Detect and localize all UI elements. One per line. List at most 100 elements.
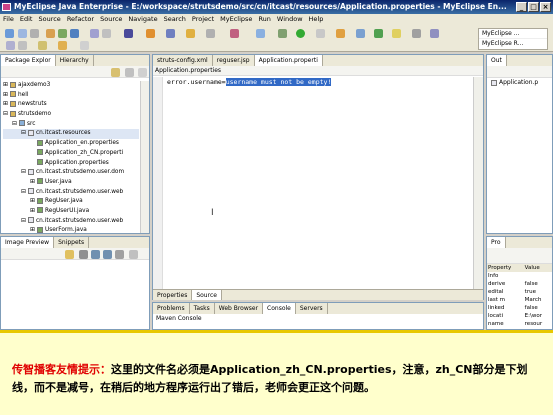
- expand-toggle-icon[interactable]: ⊟: [21, 168, 28, 178]
- menu-run[interactable]: Run: [255, 14, 273, 25]
- outline-item[interactable]: Application.p: [487, 78, 552, 88]
- tab-reguser-jsp[interactable]: reguser.jsp: [213, 55, 255, 66]
- perspective-myeclipse[interactable]: MyEclipse ...: [479, 29, 547, 39]
- perspective-myeclipse-r[interactable]: MyEclipse R...: [479, 39, 547, 49]
- tool-icon[interactable]: [186, 29, 195, 38]
- tab-image-preview[interactable]: Image Preview: [1, 237, 55, 248]
- menu-help[interactable]: Help: [306, 14, 327, 25]
- open-type-icon[interactable]: [46, 29, 55, 38]
- new-icon[interactable]: [5, 29, 14, 38]
- refresh-icon[interactable]: [374, 29, 383, 38]
- tree-item[interactable]: ⊞ UserForm.java: [3, 226, 139, 233]
- open-icon[interactable]: [356, 29, 365, 38]
- tree-item[interactable]: Application_zh_CN.properti: [3, 149, 139, 159]
- tree-item[interactable]: ⊟ cn.itcast.strutsdemo.user.web: [3, 188, 139, 198]
- menu-source[interactable]: Source: [35, 14, 63, 25]
- tree-item[interactable]: ⊟ cn.itcast.strutsdemo.user.dom: [3, 168, 139, 178]
- print-icon[interactable]: [30, 29, 39, 38]
- tree-item[interactable]: ⊞ newstruts: [3, 100, 139, 110]
- tab-console[interactable]: Console: [263, 303, 296, 314]
- new-package-icon[interactable]: [58, 29, 67, 38]
- maximize-button[interactable]: □: [528, 2, 539, 12]
- external-tools-icon[interactable]: [316, 29, 325, 38]
- menu-navigate[interactable]: Navigate: [125, 14, 160, 25]
- menu-source-2[interactable]: Source: [97, 14, 125, 25]
- expand-toggle-icon[interactable]: ⊞: [30, 207, 37, 217]
- menu-project[interactable]: Project: [189, 14, 217, 25]
- tab-struts-config[interactable]: struts-config.xml: [153, 55, 213, 66]
- tree-item[interactable]: ⊞ RegUser.java: [3, 197, 139, 207]
- tree-item[interactable]: Application.properties: [3, 159, 139, 169]
- package-tree-scrollbar[interactable]: [140, 81, 149, 233]
- tree-item[interactable]: ⊟ src: [3, 120, 139, 130]
- expand-toggle-icon[interactable]: ⊞: [3, 100, 10, 110]
- editor-text-area[interactable]: error.username=username must not be empt…: [167, 78, 332, 86]
- run-icon[interactable]: [296, 29, 305, 38]
- report-icon[interactable]: [230, 29, 239, 38]
- perspective-icon[interactable]: [430, 29, 439, 38]
- tab-properties[interactable]: Pro: [487, 237, 506, 248]
- expand-toggle-icon[interactable]: ⊟: [21, 129, 28, 139]
- tab-package-explorer[interactable]: Package Explor: [1, 55, 56, 66]
- expand-toggle-icon[interactable]: ⊟: [21, 217, 28, 227]
- tab-tasks[interactable]: Tasks: [190, 303, 215, 314]
- group-info[interactable]: Info: [487, 272, 552, 280]
- collapse-all-icon[interactable]: [111, 68, 120, 77]
- annotation-icon[interactable]: [6, 41, 15, 50]
- expand-toggle-icon[interactable]: ⊞: [30, 197, 37, 207]
- tab-properties-view[interactable]: Properties: [153, 290, 193, 300]
- tab-snippets[interactable]: Snippets: [54, 237, 90, 248]
- settings-icon[interactable]: [206, 29, 215, 38]
- back-icon[interactable]: [58, 41, 67, 50]
- tab-outline[interactable]: Out: [487, 55, 507, 66]
- tree-item[interactable]: ⊞ hell: [3, 91, 139, 101]
- menu-search[interactable]: Search: [161, 14, 189, 25]
- zoom-out-icon[interactable]: [103, 250, 112, 259]
- expand-toggle-icon[interactable]: ⊟: [12, 120, 19, 130]
- expand-toggle-icon[interactable]: ⊟: [21, 188, 28, 198]
- forward-icon[interactable]: [80, 41, 89, 50]
- tab-servers[interactable]: Servers: [296, 303, 328, 314]
- debug-icon[interactable]: [124, 29, 133, 38]
- tab-problems[interactable]: Problems: [153, 303, 190, 314]
- db-icon[interactable]: [256, 29, 265, 38]
- tab-hierarchy[interactable]: Hierarchy: [56, 55, 94, 66]
- expand-toggle-icon[interactable]: ⊞: [3, 81, 10, 91]
- zoom-in-icon[interactable]: [91, 250, 100, 259]
- tree-item[interactable]: ⊟ cn.itcast.strutsdemo.user.web: [3, 217, 139, 227]
- window-icon[interactable]: [166, 29, 175, 38]
- next-annotation-icon[interactable]: [38, 41, 47, 50]
- new-class-icon[interactable]: [70, 29, 79, 38]
- zoom-fit-icon[interactable]: [79, 250, 88, 259]
- tab-web-browser[interactable]: Web Browser: [215, 303, 264, 314]
- toggle-icon[interactable]: [18, 41, 27, 50]
- menu-file[interactable]: File: [0, 14, 17, 25]
- tab-source-view[interactable]: Source: [192, 290, 222, 300]
- menu-window[interactable]: Window: [274, 14, 306, 25]
- editor-scrollbar[interactable]: [473, 77, 483, 289]
- save-icon[interactable]: [18, 29, 27, 38]
- close-button[interactable]: ×: [540, 2, 551, 12]
- tree-item[interactable]: ⊟ cn.itcast.resources: [3, 129, 139, 140]
- preview-menu-icon[interactable]: [129, 250, 138, 259]
- misc-icon[interactable]: [412, 29, 421, 38]
- tab-application-properties[interactable]: Application.properti: [254, 55, 323, 66]
- new-wizard-icon[interactable]: [336, 29, 345, 38]
- tree-item[interactable]: ⊞ User.java: [3, 178, 139, 188]
- data-icon[interactable]: [278, 29, 287, 38]
- view-menu-icon[interactable]: [138, 68, 147, 77]
- browser-icon[interactable]: [146, 29, 155, 38]
- link-editor-icon[interactable]: [125, 68, 134, 77]
- menu-myeclipse[interactable]: MyEclipse: [217, 14, 255, 25]
- tree-item[interactable]: ⊞ ajaxdemo3: [3, 81, 139, 91]
- search-icon[interactable]: [392, 29, 401, 38]
- actual-size-icon[interactable]: [115, 250, 124, 259]
- menu-refactor[interactable]: Refactor: [64, 14, 97, 25]
- preview-tool-icon[interactable]: [65, 250, 74, 259]
- menu-edit[interactable]: Edit: [17, 14, 36, 25]
- tree-item[interactable]: ⊞ RegUserUI.java: [3, 207, 139, 217]
- expand-toggle-icon[interactable]: ⊟: [3, 110, 10, 120]
- expand-toggle-icon[interactable]: ⊞: [30, 178, 37, 188]
- tree-item[interactable]: Application_en.properties: [3, 139, 139, 149]
- expand-toggle-icon[interactable]: ⊞: [3, 91, 10, 101]
